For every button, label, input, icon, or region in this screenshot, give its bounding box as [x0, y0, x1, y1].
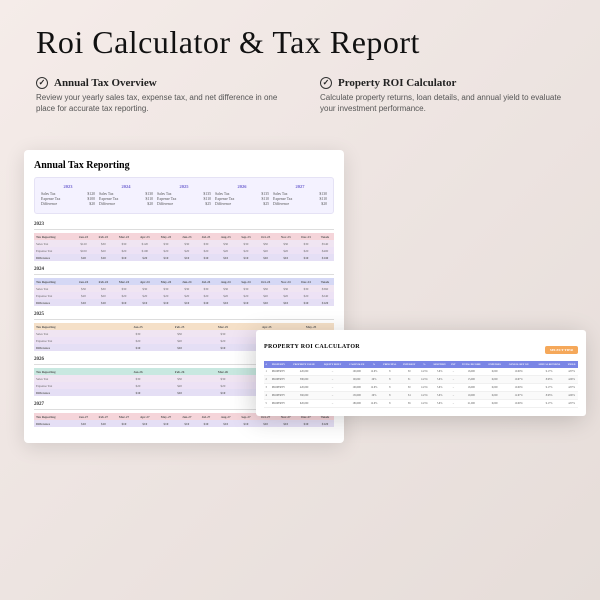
- feature-1: ✓Property ROI Calculator Calculate proper…: [320, 77, 564, 114]
- roi-col-header: %: [368, 361, 380, 368]
- roi-row: 5PROPERTY620,000–180,00012.9%83614.5%5.6…: [264, 400, 578, 408]
- year-summary-bar: 2023Sales Tax$120Expense Tax$100Differen…: [34, 177, 334, 214]
- roi-row: 3PROPERTY420,000–100,00012.9%83014.5%5.6…: [264, 384, 578, 392]
- roi-title: PROPERTY ROI CALCULATOR: [264, 344, 360, 350]
- roi-col-header: INT: [449, 361, 457, 368]
- feature-desc: Review your yearly sales tax, expense ta…: [36, 92, 280, 114]
- check-icon: ✓: [36, 77, 48, 89]
- roi-col-header: PRINCIPAL: [380, 361, 400, 368]
- roi-col-header: MONTHLY: [430, 361, 449, 368]
- page-header: Roi Calculator & Tax Report: [0, 0, 600, 73]
- roi-col-header: EQUITY BUILT: [320, 361, 345, 368]
- roi-col-header: PROPERTY VALUE: [288, 361, 319, 368]
- page-title: Roi Calculator & Tax Report: [36, 24, 564, 61]
- roi-row: 4PROPERTY560,000–150,00029%83414.5%5.6%–…: [264, 392, 578, 400]
- feature-0: ✓Annual Tax Overview Review your yearly s…: [36, 77, 280, 114]
- features-row: ✓Annual Tax Overview Review your yearly s…: [0, 73, 600, 130]
- roi-table: #PROPERTYPROPERTY VALUEEQUITY BUILTCASH …: [264, 361, 578, 408]
- select-tier-button[interactable]: SELECT TIER: [545, 346, 578, 354]
- roi-col-header: ANNUAL RETURNS: [533, 361, 565, 368]
- summary-year-2023: 2023Sales Tax$120Expense Tax$100Differen…: [41, 184, 95, 207]
- roi-col-header: ANNUAL RET ON: [504, 361, 533, 368]
- check-icon: ✓: [320, 77, 332, 89]
- roi-col-header: %: [419, 361, 431, 368]
- roi-col-header: EXPENSES: [485, 361, 504, 368]
- roi-col-header: TOTAL INCOME: [458, 361, 486, 368]
- summary-year-2025: 2025Sales Tax$135Expense Tax$110Differen…: [157, 184, 211, 207]
- summary-year-2024: 2024Sales Tax$130Expense Tax$110Differen…: [99, 184, 153, 207]
- year-section-2023: 2023Tax ReportingJan-23Feb-23Mar-23Apr-2…: [34, 222, 334, 261]
- tax-panel-title: Annual Tax Reporting: [34, 160, 334, 171]
- feature-desc: Calculate property returns, loan details…: [320, 92, 564, 114]
- roi-row: 1PROPERTY420,000–100,00012.9%83014.5%5.6…: [264, 368, 578, 376]
- summary-year-2027: 2027Sales Tax$130Expense Tax$110Differen…: [273, 184, 327, 207]
- roi-col-header: YIELD: [565, 361, 578, 368]
- roi-col-header: CASH VALUE: [345, 361, 368, 368]
- roi-row: 2PROPERTY380,000–90,00029%83114.5%5.6%–1…: [264, 376, 578, 384]
- year-section-2024: 2024Tax ReportingJan-24Feb-24Mar-24Apr-2…: [34, 267, 334, 306]
- feature-title: ✓Annual Tax Overview: [36, 77, 280, 89]
- roi-col-header: PROPERTY: [268, 361, 288, 368]
- roi-col-header: INTEREST: [400, 361, 419, 368]
- feature-title: ✓Property ROI Calculator: [320, 77, 564, 89]
- roi-calculator-panel: PROPERTY ROI CALCULATOR SELECT TIER #PRO…: [256, 330, 586, 416]
- summary-year-2026: 2026Sales Tax$135Expense Tax$110Differen…: [215, 184, 269, 207]
